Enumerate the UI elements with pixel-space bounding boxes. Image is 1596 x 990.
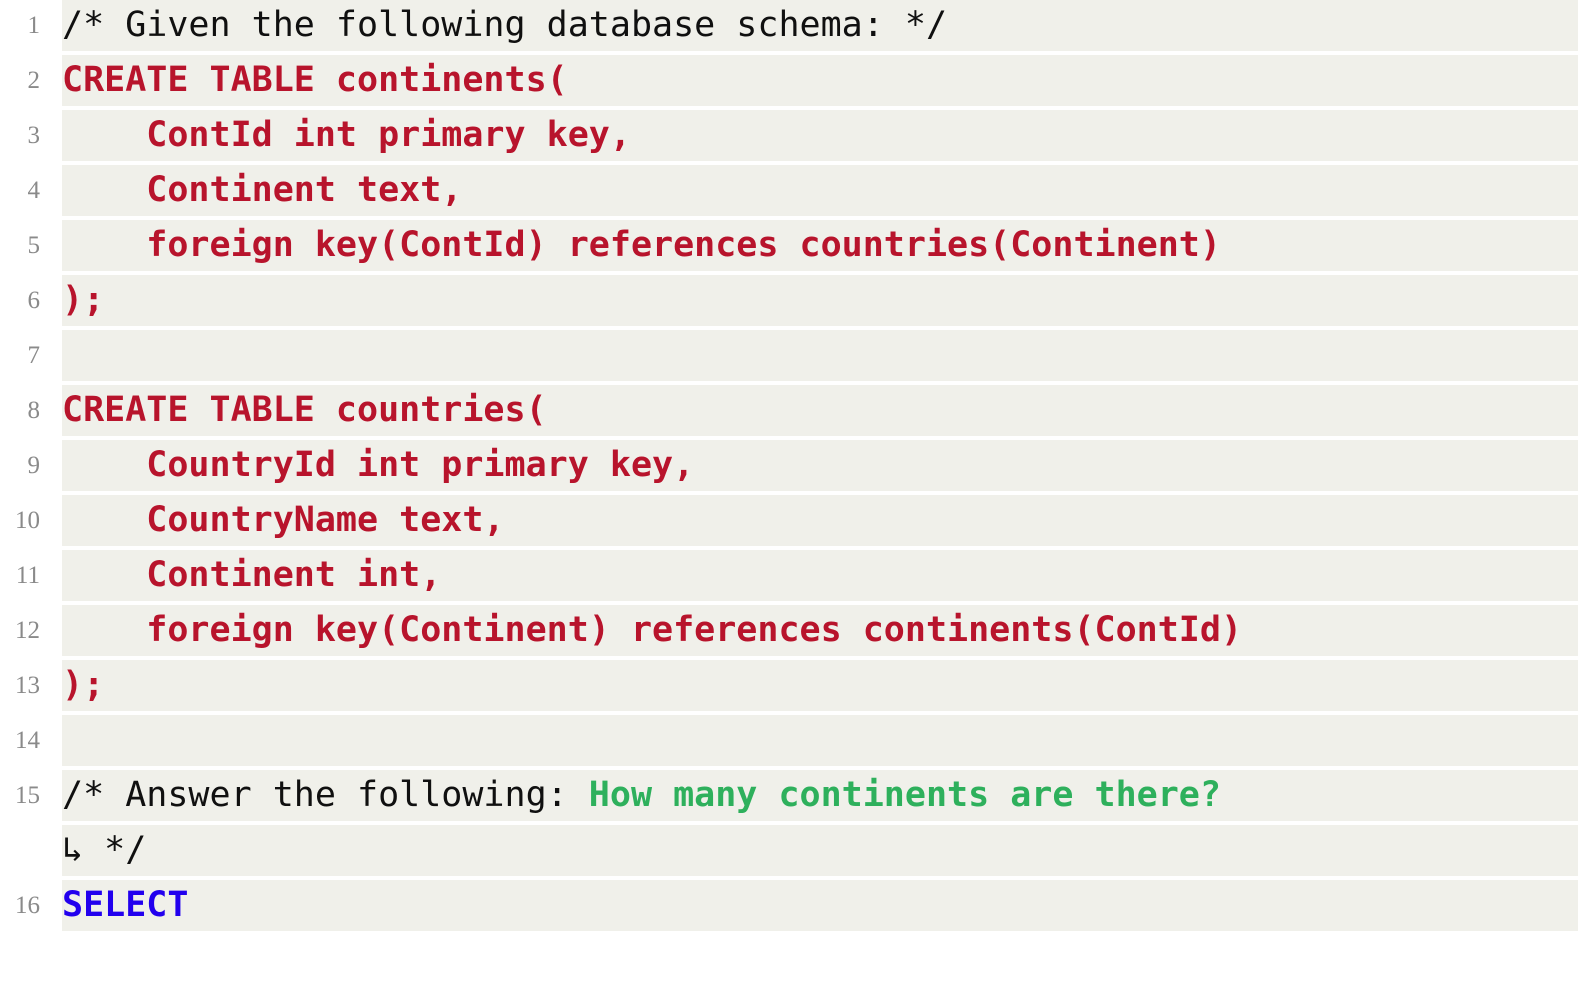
code-line[interactable]: 8 CREATE TABLE countries( [0,385,1596,436]
token-select: SELECT [62,885,189,925]
token-keyword: Continent text, [62,170,463,210]
token-keyword: CREATE TABLE continents( [62,60,568,100]
line-number: 6 [0,275,62,326]
code-line[interactable]: 5 foreign key(ContId) references countri… [0,220,1596,271]
code-line[interactable]: 6); [0,275,1596,326]
line-number: 1 [0,0,62,51]
code-line-wrapped[interactable]: ↳ */ [0,825,1596,876]
code-line[interactable]: 15/* Answer the following: How many cont… [0,770,1596,821]
line-number: 10 [0,495,62,546]
line-content[interactable]: SELECT [62,880,1578,931]
token-keyword: ContId int primary key, [62,115,631,155]
line-number: 8 [0,385,62,436]
line-content[interactable]: ContId int primary key, [62,110,1578,161]
code-line[interactable]: 14 [0,715,1596,766]
line-content[interactable]: ); [62,660,1578,711]
code-line[interactable]: 12 foreign key(Continent) references con… [0,605,1596,656]
code-line[interactable]: 2 CREATE TABLE continents( [0,55,1596,106]
line-content[interactable]: /* Given the following database schema: … [62,0,1578,51]
line-content[interactable]: ); [62,275,1578,326]
token-wrap: ↳ */ [62,830,147,870]
line-number: 14 [0,715,62,766]
code-line[interactable]: 16 SELECT [0,880,1596,931]
token-comment: /* Given the following database schema: … [62,5,948,45]
code-line[interactable]: 1/* Given the following database schema:… [0,0,1596,51]
line-number: 4 [0,165,62,216]
code-line[interactable]: 10 CountryName text, [0,495,1596,546]
code-line[interactable]: 9 CountryId int primary key, [0,440,1596,491]
line-content[interactable]: CREATE TABLE countries( [62,385,1578,436]
line-content[interactable]: ↳ */ [62,825,1578,876]
line-content[interactable] [62,330,1578,381]
token-keyword: Continent int, [62,555,442,595]
code-line[interactable]: 7 [0,330,1596,381]
line-number: 9 [0,440,62,491]
code-line[interactable]: 11 Continent int, [0,550,1596,601]
token-comment: /* Answer the following: [62,775,589,815]
line-content[interactable]: CREATE TABLE continents( [62,55,1578,106]
line-number: 7 [0,330,62,381]
line-content[interactable]: /* Answer the following: How many contin… [62,770,1578,821]
line-content[interactable]: Continent int, [62,550,1578,601]
line-content[interactable] [62,715,1578,766]
line-number: 3 [0,110,62,161]
token-keyword: CountryName text, [62,500,505,540]
line-content[interactable]: CountryId int primary key, [62,440,1578,491]
sql-code-viewer[interactable]: 1/* Given the following database schema:… [0,0,1596,990]
line-content[interactable]: foreign key(Continent) references contin… [62,605,1578,656]
token-question: How many continents are there? [588,775,1221,815]
token-keyword: CREATE TABLE countries( [62,390,547,430]
token-keyword: foreign key(ContId) references countries… [62,225,1221,265]
line-content[interactable]: foreign key(ContId) references countries… [62,220,1578,271]
token-keyword: CountryId int primary key, [62,445,695,485]
line-number: 15 [0,770,62,821]
code-line[interactable]: 13); [0,660,1596,711]
line-number: 16 [0,880,62,931]
line-number: 2 [0,55,62,106]
code-line[interactable]: 3 ContId int primary key, [0,110,1596,161]
token-keyword: foreign key(Continent) references contin… [62,610,1243,650]
line-number: 11 [0,550,62,601]
line-number: 12 [0,605,62,656]
token-keyword: ); [62,665,105,705]
line-content[interactable]: Continent text, [62,165,1578,216]
line-content[interactable]: CountryName text, [62,495,1578,546]
line-number: 5 [0,220,62,271]
token-keyword: ); [62,280,105,320]
line-number: 13 [0,660,62,711]
code-line[interactable]: 4 Continent text, [0,165,1596,216]
